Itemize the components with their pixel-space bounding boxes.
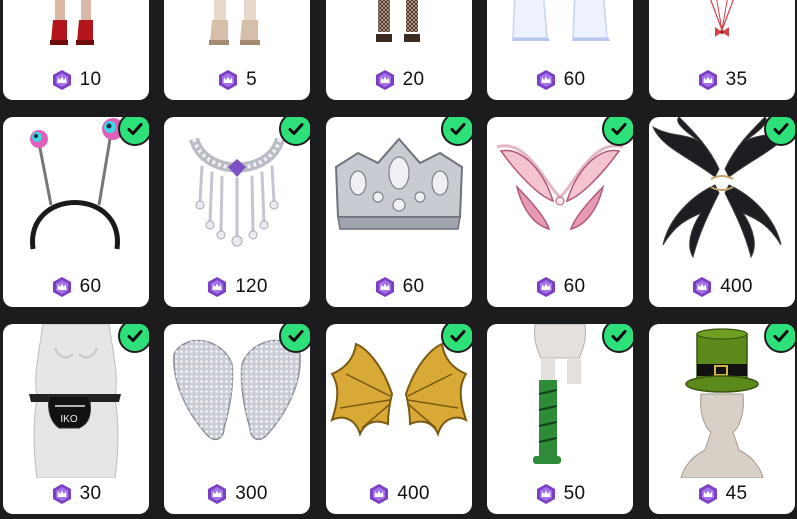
owned-checkmark-icon	[118, 324, 149, 353]
owned-checkmark-icon	[279, 324, 310, 353]
owned-checkmark-icon	[441, 117, 472, 146]
item-card-black-fanny-pack[interactable]: IKO 30	[3, 324, 149, 514]
item-price: 60	[3, 275, 149, 299]
owned-checkmark-icon	[602, 117, 633, 146]
price-value: 35	[725, 69, 748, 90]
item-card-white-pants[interactable]: 60	[487, 0, 633, 100]
item-price: 35	[649, 68, 795, 92]
item-card-black-feather-wings[interactable]: 400	[649, 117, 795, 307]
price-value: 45	[725, 483, 748, 504]
item-price: 300	[164, 482, 310, 506]
svg-text:IKO: IKO	[60, 414, 77, 425]
purple-crown-coin-icon	[698, 70, 717, 90]
item-price: 5	[164, 68, 310, 92]
item-price: 30	[3, 482, 149, 506]
price-value: 60	[79, 276, 102, 297]
item-price: 400	[649, 275, 795, 299]
purple-crown-coin-icon	[52, 484, 71, 504]
owned-checkmark-icon	[602, 324, 633, 353]
beige-boots-image	[164, 0, 310, 64]
price-value: 400	[720, 276, 753, 297]
red-bow-string-image	[649, 0, 795, 64]
price-value: 60	[563, 69, 586, 90]
price-value: 5	[246, 69, 257, 90]
item-price: 60	[326, 275, 472, 299]
price-value: 60	[402, 276, 425, 297]
item-card-diamond-necklace[interactable]: 120	[164, 117, 310, 307]
owned-checkmark-icon	[441, 324, 472, 353]
purple-crown-coin-icon	[536, 484, 555, 504]
item-card-fishnet-boots[interactable]: 20	[326, 0, 472, 100]
purple-crown-coin-icon	[536, 277, 555, 297]
purple-crown-coin-icon	[536, 70, 555, 90]
item-price: 45	[649, 482, 795, 506]
owned-checkmark-icon	[118, 117, 149, 146]
item-card-silver-angel-wings[interactable]: 300	[164, 324, 310, 514]
owned-checkmark-icon	[764, 117, 795, 146]
purple-crown-coin-icon	[52, 277, 71, 297]
item-card-red-boots[interactable]: 10	[3, 0, 149, 100]
price-value: 50	[563, 483, 586, 504]
fishnet-boots-image	[326, 0, 472, 64]
item-price: 400	[326, 482, 472, 506]
item-price: 50	[487, 482, 633, 506]
item-card-silver-crown[interactable]: 60	[326, 117, 472, 307]
item-price: 120	[164, 275, 310, 299]
item-card-beige-boots[interactable]: 5	[164, 0, 310, 100]
purple-crown-coin-icon	[52, 70, 71, 90]
purple-crown-coin-icon	[693, 277, 712, 297]
owned-checkmark-icon	[279, 117, 310, 146]
price-value: 400	[397, 483, 430, 504]
owned-checkmark-icon	[764, 324, 795, 353]
item-card-pink-fairy-wings-necklace[interactable]: 60	[487, 117, 633, 307]
price-value: 20	[402, 69, 425, 90]
purple-crown-coin-icon	[370, 484, 389, 504]
item-price: 60	[487, 275, 633, 299]
purple-crown-coin-icon	[375, 70, 394, 90]
price-value: 60	[563, 276, 586, 297]
item-card-green-striped-stockings[interactable]: 50	[487, 324, 633, 514]
purple-crown-coin-icon	[219, 70, 238, 90]
white-pants-image	[487, 0, 633, 64]
purple-crown-coin-icon	[208, 277, 227, 297]
item-price: 10	[3, 68, 149, 92]
item-price: 20	[326, 68, 472, 92]
item-price: 60	[487, 68, 633, 92]
purple-crown-coin-icon	[698, 484, 717, 504]
purple-crown-coin-icon	[375, 277, 394, 297]
item-card-gold-dragon-wings[interactable]: 400	[326, 324, 472, 514]
red-boots-image	[3, 0, 149, 64]
price-value: 30	[79, 483, 102, 504]
item-card-green-top-hat[interactable]: 45	[649, 324, 795, 514]
store-item-grid: 10 5 20 60 35 60 120 60 60 400 IKO 30 30…	[0, 0, 797, 519]
price-value: 120	[235, 276, 268, 297]
purple-crown-coin-icon	[208, 484, 227, 504]
item-card-alien-antenna-headband[interactable]: 60	[3, 117, 149, 307]
price-value: 10	[79, 69, 102, 90]
item-card-red-bow-string[interactable]: 35	[649, 0, 795, 100]
price-value: 300	[235, 483, 268, 504]
